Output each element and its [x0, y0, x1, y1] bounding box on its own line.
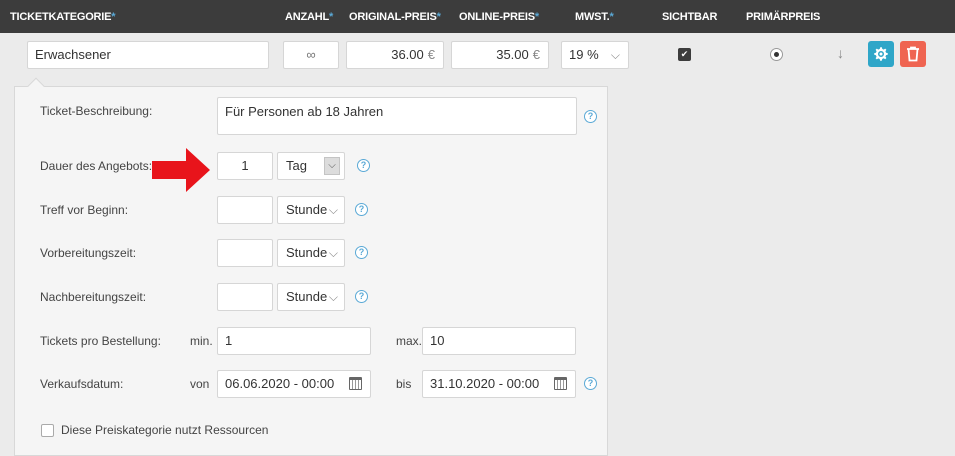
von-date-input[interactable]: 06.06.2020 - 00:00 — [217, 370, 371, 398]
gear-icon — [874, 47, 888, 61]
help-icon[interactable]: ? — [355, 290, 368, 303]
beschreibung-label: Ticket-Beschreibung: — [40, 104, 153, 118]
annotation-arrow-icon — [152, 148, 210, 192]
chevron-down-icon: ⌵ — [328, 290, 338, 304]
ticket-row: Erwachsener ∞ 36.00 € 35.00 € 19 % ⌵ ✔ ↓ — [0, 33, 955, 78]
max-label: max. — [396, 334, 423, 348]
category-input[interactable]: Erwachsener — [27, 41, 269, 69]
treff-unit-select[interactable]: Stunde ⌵ — [277, 196, 345, 224]
ressourcen-checkbox[interactable] — [41, 424, 54, 437]
help-icon[interactable]: ? — [584, 110, 597, 123]
primary-price-radio[interactable] — [770, 48, 783, 61]
nachbereitung-label: Nachbereitungszeit: — [40, 290, 147, 304]
calendar-icon[interactable] — [554, 377, 567, 390]
header-ticketkategorie: TICKETKATEGORIE* — [10, 11, 116, 23]
help-icon[interactable]: ? — [355, 246, 368, 259]
nachbereitung-unit-select[interactable]: Stunde ⌵ — [277, 283, 345, 311]
calendar-icon[interactable] — [349, 377, 362, 390]
treff-label: Treff vor Beginn: — [40, 203, 129, 217]
ressourcen-label: Diese Preiskategorie nutzt Ressourcen — [61, 423, 269, 437]
help-icon[interactable]: ? — [357, 159, 370, 172]
max-input[interactable]: 10 — [422, 327, 576, 355]
vorbereitung-label: Vorbereitungszeit: — [40, 246, 137, 260]
count-input[interactable]: ∞ — [283, 41, 339, 69]
beschreibung-input[interactable]: Für Personen ab 18 Jahren — [217, 97, 577, 135]
min-input[interactable]: 1 — [217, 327, 371, 355]
visible-checkbox[interactable]: ✔ — [678, 48, 691, 61]
nachbereitung-input[interactable] — [217, 283, 273, 311]
dauer-unit-select[interactable]: Tag ⌵ — [277, 152, 345, 180]
online-price-input[interactable]: 35.00 € — [451, 41, 549, 69]
details-panel — [14, 86, 608, 456]
help-icon[interactable]: ? — [355, 203, 368, 216]
header-primaerpreis: PRIMÄRPREIS — [746, 11, 821, 23]
chevron-down-icon: ⌵ — [610, 48, 620, 62]
vorbereitung-unit-select[interactable]: Stunde ⌵ — [277, 239, 345, 267]
trash-icon — [907, 46, 919, 62]
header-online-preis: ONLINE-PREIS* — [459, 11, 539, 23]
original-price-input[interactable]: 36.00 € — [346, 41, 444, 69]
chevron-down-icon: ⌵ — [328, 246, 338, 260]
chevron-down-icon: ⌵ — [324, 157, 340, 175]
table-header: TICKETKATEGORIE* ANZAHL* ORIGINAL-PREIS*… — [0, 0, 955, 33]
settings-button[interactable] — [868, 41, 894, 67]
dauer-label: Dauer des Angebots: — [40, 159, 153, 173]
min-label: min. — [190, 334, 213, 348]
bis-date-input[interactable]: 31.10.2020 - 00:00 — [422, 370, 576, 398]
vorbereitung-input[interactable] — [217, 239, 273, 267]
von-label: von — [190, 377, 210, 391]
treff-input[interactable] — [217, 196, 273, 224]
verkauf-label: Verkaufsdatum: — [40, 377, 124, 391]
help-icon[interactable]: ? — [584, 377, 597, 390]
header-mwst: MWST.* — [575, 11, 614, 23]
header-sichtbar: SICHTBAR — [662, 11, 718, 23]
bis-label: bis — [396, 377, 412, 391]
vat-select[interactable]: 19 % ⌵ — [561, 41, 629, 69]
header-original-preis: ORIGINAL-PREIS* — [349, 11, 441, 23]
delete-button[interactable] — [900, 41, 926, 67]
move-down-icon[interactable]: ↓ — [837, 45, 844, 61]
chevron-down-icon: ⌵ — [328, 203, 338, 217]
header-anzahl: ANZAHL* — [285, 11, 334, 23]
dauer-input[interactable]: 1 — [217, 152, 273, 180]
tickets-label: Tickets pro Bestellung: — [40, 334, 161, 348]
